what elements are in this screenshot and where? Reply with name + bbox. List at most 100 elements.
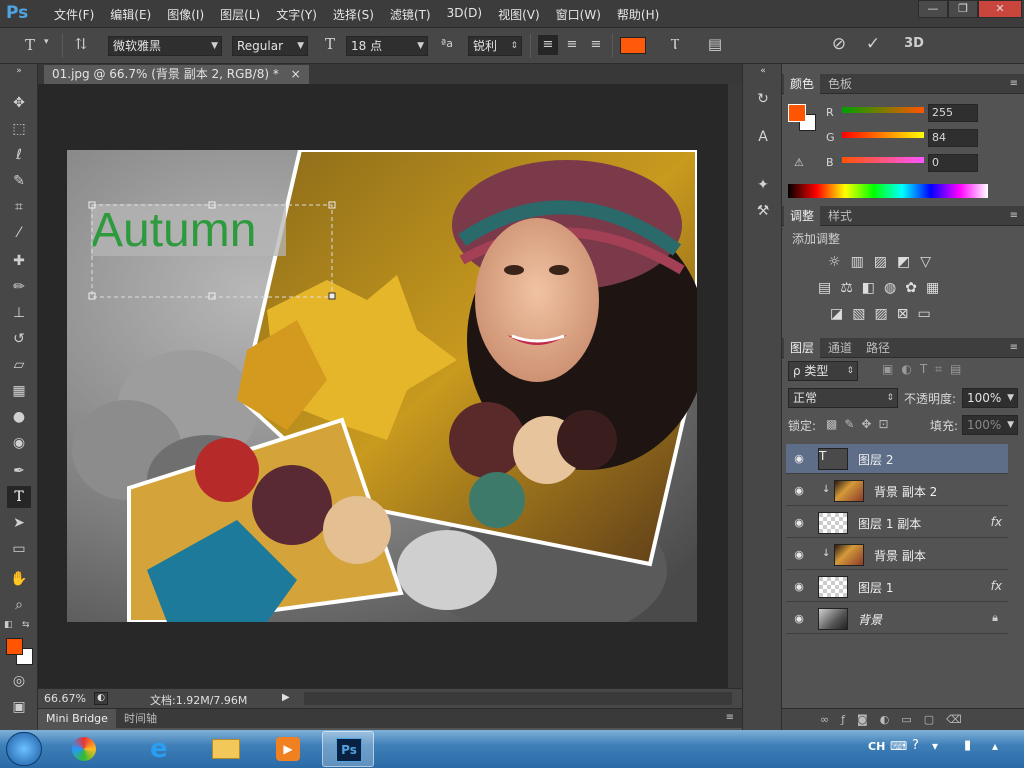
menu-view[interactable]: 视图(V) bbox=[490, 6, 548, 23]
black-white-icon[interactable]: ◧ bbox=[862, 280, 884, 296]
shape-filter-icon[interactable]: ⌗ bbox=[935, 362, 950, 376]
panel-menu-icon[interactable]: ≡ bbox=[726, 712, 734, 723]
history-panel-icon[interactable]: ↻ bbox=[752, 88, 774, 110]
layer-row-bg-copy[interactable]: ◉ ↓ 背景 副本 bbox=[786, 540, 1008, 570]
history-brush-tool-icon[interactable]: ↺ bbox=[7, 328, 31, 350]
close-tab-icon[interactable]: × bbox=[291, 67, 301, 81]
photo-filter-icon[interactable]: ◍ bbox=[884, 280, 905, 296]
tab-swatches[interactable]: 色板 bbox=[822, 74, 858, 94]
character-panel-icon[interactable]: A bbox=[752, 126, 774, 148]
levels-icon[interactable]: ▥ bbox=[851, 254, 874, 270]
zoom-level[interactable]: 66.67% bbox=[44, 692, 86, 705]
menu-select[interactable]: 选择(S) bbox=[325, 6, 382, 23]
layer-row-bg-copy-2[interactable]: ◉ ↓ 背景 副本 2 bbox=[786, 476, 1008, 506]
healing-brush-tool-icon[interactable]: ✚ bbox=[7, 250, 31, 272]
hue-saturation-icon[interactable]: ▤ bbox=[818, 280, 840, 296]
layer-name[interactable]: 图层 1 副本 bbox=[858, 515, 921, 532]
color-foreground-swatch[interactable] bbox=[788, 104, 806, 122]
pixel-filter-icon[interactable]: ▣ bbox=[882, 362, 901, 376]
foreground-color-swatch[interactable] bbox=[6, 638, 23, 655]
layer-row-layer1-copy[interactable]: ◉ 图层 1 副本 fx bbox=[786, 508, 1008, 538]
visibility-eye-icon[interactable]: ◉ bbox=[792, 580, 806, 594]
status-menu-icon[interactable]: ◐ bbox=[94, 692, 108, 705]
blend-mode-select[interactable]: 正常 ⇕ bbox=[788, 388, 898, 408]
layer-name[interactable]: 图层 2 bbox=[858, 451, 893, 468]
tab-color[interactable]: 颜色 bbox=[784, 74, 821, 94]
document-tab[interactable]: 01.jpg @ 66.7% (背景 副本 2, RGB/8) * × bbox=[44, 65, 309, 84]
file-explorer-icon[interactable] bbox=[200, 731, 252, 767]
path-select-tool-icon[interactable]: ➤ bbox=[7, 512, 31, 534]
layer-name[interactable]: 背景 副本 bbox=[874, 547, 926, 564]
hand-tool-icon[interactable]: ✋ bbox=[7, 568, 31, 590]
add-style-icon[interactable]: ƒ bbox=[841, 713, 857, 726]
restore-button[interactable]: ❐ bbox=[948, 0, 978, 18]
g-value-input[interactable]: 84 bbox=[928, 129, 978, 147]
layer-effects-icon[interactable]: fx bbox=[991, 579, 1002, 593]
brush-tool-icon[interactable]: ✏ bbox=[7, 276, 31, 298]
menu-window[interactable]: 窗口(W) bbox=[548, 6, 609, 23]
font-family-select[interactable]: 微软雅黑 ▼ bbox=[108, 36, 222, 56]
help-icon[interactable]: ? bbox=[912, 738, 919, 753]
menu-file[interactable]: 文件(F) bbox=[46, 6, 102, 23]
tab-layers[interactable]: 图层 bbox=[784, 338, 821, 358]
layer-row-layer1[interactable]: ◉ 图层 1 fx bbox=[786, 572, 1008, 602]
default-colors-icon[interactable]: ◧ bbox=[4, 620, 13, 630]
minimize-button[interactable]: — bbox=[918, 0, 948, 18]
tab-paths[interactable]: 路径 bbox=[860, 338, 896, 358]
color-lookup-icon[interactable]: ▦ bbox=[926, 280, 948, 296]
r-value-input[interactable]: 255 bbox=[928, 104, 978, 122]
close-button[interactable]: ✕ bbox=[978, 0, 1022, 18]
layer-thumbnail[interactable] bbox=[818, 512, 848, 534]
brightness-icon[interactable]: ☼ bbox=[828, 254, 851, 270]
move-tool-icon[interactable]: ✥ bbox=[7, 92, 31, 114]
zoom-tool-icon[interactable]: ⌕ bbox=[7, 594, 31, 616]
3d-button[interactable]: 3D bbox=[900, 36, 928, 51]
type-tool-preset-icon[interactable]: T bbox=[18, 36, 42, 54]
cancel-icon[interactable]: ⊘ bbox=[828, 34, 850, 54]
align-right-icon[interactable]: ≡ bbox=[586, 35, 606, 55]
panel-menu-icon[interactable]: ≡ bbox=[1010, 78, 1018, 89]
tab-mini-bridge[interactable]: Mini Bridge bbox=[38, 709, 116, 729]
add-mask-icon[interactable]: ◙ bbox=[857, 713, 880, 726]
menu-layer[interactable]: 图层(L) bbox=[212, 6, 268, 23]
media-center-icon[interactable] bbox=[58, 731, 110, 767]
b-value-input[interactable]: 0 bbox=[928, 154, 978, 172]
menu-help[interactable]: 帮助(H) bbox=[609, 6, 667, 23]
notification-chevron-icon[interactable]: ▴ bbox=[992, 739, 998, 753]
layer-name[interactable]: 背景 bbox=[858, 611, 882, 628]
battery-icon[interactable]: ▮ bbox=[964, 738, 971, 753]
tab-styles[interactable]: 样式 bbox=[822, 206, 858, 226]
visibility-eye-icon[interactable]: ◉ bbox=[792, 612, 806, 626]
tab-timeline[interactable]: 时间轴 bbox=[118, 709, 163, 729]
vibrance-icon[interactable]: ▽ bbox=[920, 254, 941, 270]
layer-row-background[interactable]: ◉ 背景 🔒︎ bbox=[786, 604, 1008, 634]
lock-all-icon[interactable]: ⊡ bbox=[878, 417, 895, 431]
menu-image[interactable]: 图像(I) bbox=[159, 6, 212, 23]
media-player-icon[interactable]: ▶ bbox=[262, 731, 314, 767]
text-color-swatch[interactable] bbox=[620, 37, 646, 54]
invert-icon[interactable]: ◪ bbox=[830, 306, 852, 322]
new-layer-icon[interactable]: ▢ bbox=[924, 713, 946, 726]
pen-tool-icon[interactable]: ✒ bbox=[7, 460, 31, 482]
layer-thumbnail[interactable] bbox=[818, 576, 848, 598]
horizontal-scrollbar[interactable] bbox=[304, 692, 732, 705]
adjustment-filter-icon[interactable]: ◐ bbox=[901, 362, 919, 376]
smart-object-filter-icon[interactable]: ▤ bbox=[950, 362, 969, 376]
keyboard-icon[interactable]: ⌨ bbox=[890, 739, 907, 753]
layer-effects-icon[interactable]: fx bbox=[991, 515, 1002, 529]
align-left-icon[interactable]: ≡ bbox=[538, 35, 558, 55]
color-balance-icon[interactable]: ⚖ bbox=[840, 280, 862, 296]
r-slider[interactable] bbox=[842, 107, 924, 113]
document-canvas[interactable]: Autumn bbox=[67, 150, 697, 622]
menu-edit[interactable]: 编辑(E) bbox=[102, 6, 159, 23]
start-button[interactable] bbox=[6, 732, 42, 766]
dodge-tool-icon[interactable]: ◉ bbox=[7, 432, 31, 454]
layer-name[interactable]: 图层 1 bbox=[858, 579, 893, 596]
type-filter-icon[interactable]: T bbox=[920, 362, 935, 376]
antialias-select[interactable]: 锐利 ⇕ bbox=[468, 36, 522, 56]
menu-type[interactable]: 文字(Y) bbox=[268, 6, 325, 23]
layer-filter-select[interactable]: ρ 类型 ⇕ bbox=[788, 361, 858, 381]
layer-name[interactable]: 背景 副本 2 bbox=[874, 483, 937, 500]
screen-mode-icon[interactable]: ▣ bbox=[7, 696, 31, 718]
clone-stamp-tool-icon[interactable]: ⊥ bbox=[7, 302, 31, 324]
